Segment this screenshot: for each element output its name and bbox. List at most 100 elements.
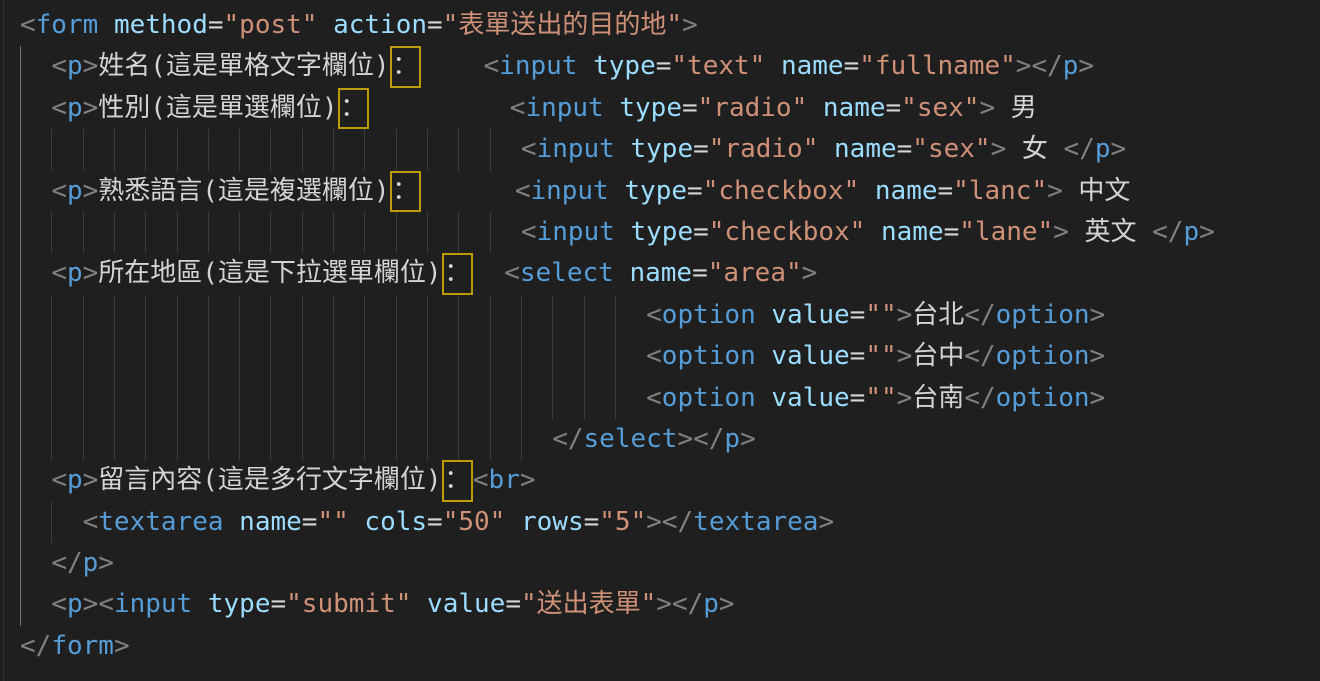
token-text (411, 589, 427, 619)
token-punct: > (1078, 51, 1094, 81)
code-line: <input type="checkbox" name="lane"> 英文 <… (0, 212, 1320, 253)
token-punct: > (1090, 341, 1106, 371)
token-punct: > (1047, 176, 1063, 206)
indent-guide (458, 129, 459, 170)
token-tag: option (996, 383, 1090, 413)
token-eq: = (687, 176, 703, 206)
token-punct: > (897, 341, 913, 371)
indent-guide (333, 212, 334, 253)
indent-guide (114, 295, 115, 336)
token-attr: value (771, 300, 849, 330)
indent-guide (270, 419, 271, 460)
indent-guide (333, 378, 334, 419)
token-punct: > (98, 548, 114, 578)
token-string: "checkbox" (703, 176, 860, 206)
code-editor[interactable]: <form method="post" action="表單送出的目的地"> <… (0, 0, 1320, 681)
token-eq: = (427, 507, 443, 537)
indent-guide (584, 336, 585, 377)
indent-guide (552, 336, 553, 377)
token-string: "" (865, 300, 896, 330)
token-string: "submit" (286, 589, 411, 619)
token-string: "fullname" (859, 51, 1016, 81)
token-punct: </ (1064, 134, 1095, 164)
token-text (20, 176, 51, 206)
active-indent-guide (20, 88, 21, 129)
token-eq: = (850, 383, 866, 413)
token-tag: option (662, 383, 756, 413)
indent-guide (333, 336, 334, 377)
token-text (369, 93, 510, 123)
token-punct: < (484, 51, 500, 81)
token-punct: > (719, 589, 735, 619)
token-tag: br (489, 465, 520, 495)
code-line: <input type="radio" name="sex"> 女 </p> (0, 129, 1320, 170)
token-text (20, 258, 51, 288)
token-punct: < (51, 465, 67, 495)
token-eq: = (271, 589, 287, 619)
token-string: "text" (671, 51, 765, 81)
token-tag: p (67, 93, 83, 123)
code-line: <textarea name="" cols="50" rows="5"></t… (0, 502, 1320, 543)
indent-guide (239, 378, 240, 419)
indent-guide (490, 378, 491, 419)
indent-guide (427, 336, 428, 377)
token-tag: textarea (693, 507, 818, 537)
token-text: 熟悉語言(這是複選欄位) (98, 176, 389, 206)
token-punct: > (520, 465, 536, 495)
indent-guide (83, 129, 84, 170)
indent-guide (427, 419, 428, 460)
token-text (859, 176, 875, 206)
indent-guide (208, 295, 209, 336)
indent-guide (333, 419, 334, 460)
token-tag: p (1095, 134, 1111, 164)
token-eq: = (938, 176, 954, 206)
token-text (224, 507, 240, 537)
token-text (421, 176, 515, 206)
indent-guide (552, 295, 553, 336)
token-text (20, 465, 51, 495)
indent-guide (615, 336, 616, 377)
indent-guide (396, 212, 397, 253)
token-attr: name (239, 507, 302, 537)
token-eq: = (693, 134, 709, 164)
indent-guide (615, 295, 616, 336)
code-line: <p>姓名(這是單格文字欄位)： <input type="text" name… (0, 46, 1320, 87)
token-string: "lane" (959, 217, 1053, 247)
token-punct: ></ (677, 424, 724, 454)
token-tag: option (996, 300, 1090, 330)
token-attr: name (881, 217, 944, 247)
token-punct: </ (552, 424, 583, 454)
indent-guide (302, 336, 303, 377)
token-punct: < (51, 176, 67, 206)
token-tag: select (520, 258, 614, 288)
indent-guide (458, 295, 459, 336)
indent-guide (490, 336, 491, 377)
token-punct: ></ (646, 507, 693, 537)
token-punct: < (521, 217, 537, 247)
token-text: 台中 (912, 341, 964, 371)
token-attr: value (427, 589, 505, 619)
token-punct: </ (964, 383, 995, 413)
token-tag: p (703, 589, 719, 619)
token-text (20, 51, 51, 81)
token-attr: name (781, 51, 844, 81)
code-line: </form> (0, 626, 1320, 667)
indent-guide (458, 212, 459, 253)
indent-guide (364, 129, 365, 170)
code-line: <p>性別(這是單選欄位)： <input type="radio" name=… (0, 88, 1320, 129)
token-tag: input (537, 217, 615, 247)
active-indent-guide (20, 584, 21, 625)
indent-guide (458, 336, 459, 377)
token-punct: </ (1152, 217, 1183, 247)
indent-guide (83, 212, 84, 253)
token-attr: rows (521, 507, 584, 537)
token-attr: method (114, 10, 208, 40)
token-punct: > (83, 176, 99, 206)
token-string: "radio" (709, 134, 819, 164)
token-eq: = (656, 51, 672, 81)
indent-guide (177, 336, 178, 377)
indent-guide (396, 336, 397, 377)
indent-guide (490, 419, 491, 460)
token-text: 女 (1006, 134, 1063, 164)
indent-guide (521, 419, 522, 460)
